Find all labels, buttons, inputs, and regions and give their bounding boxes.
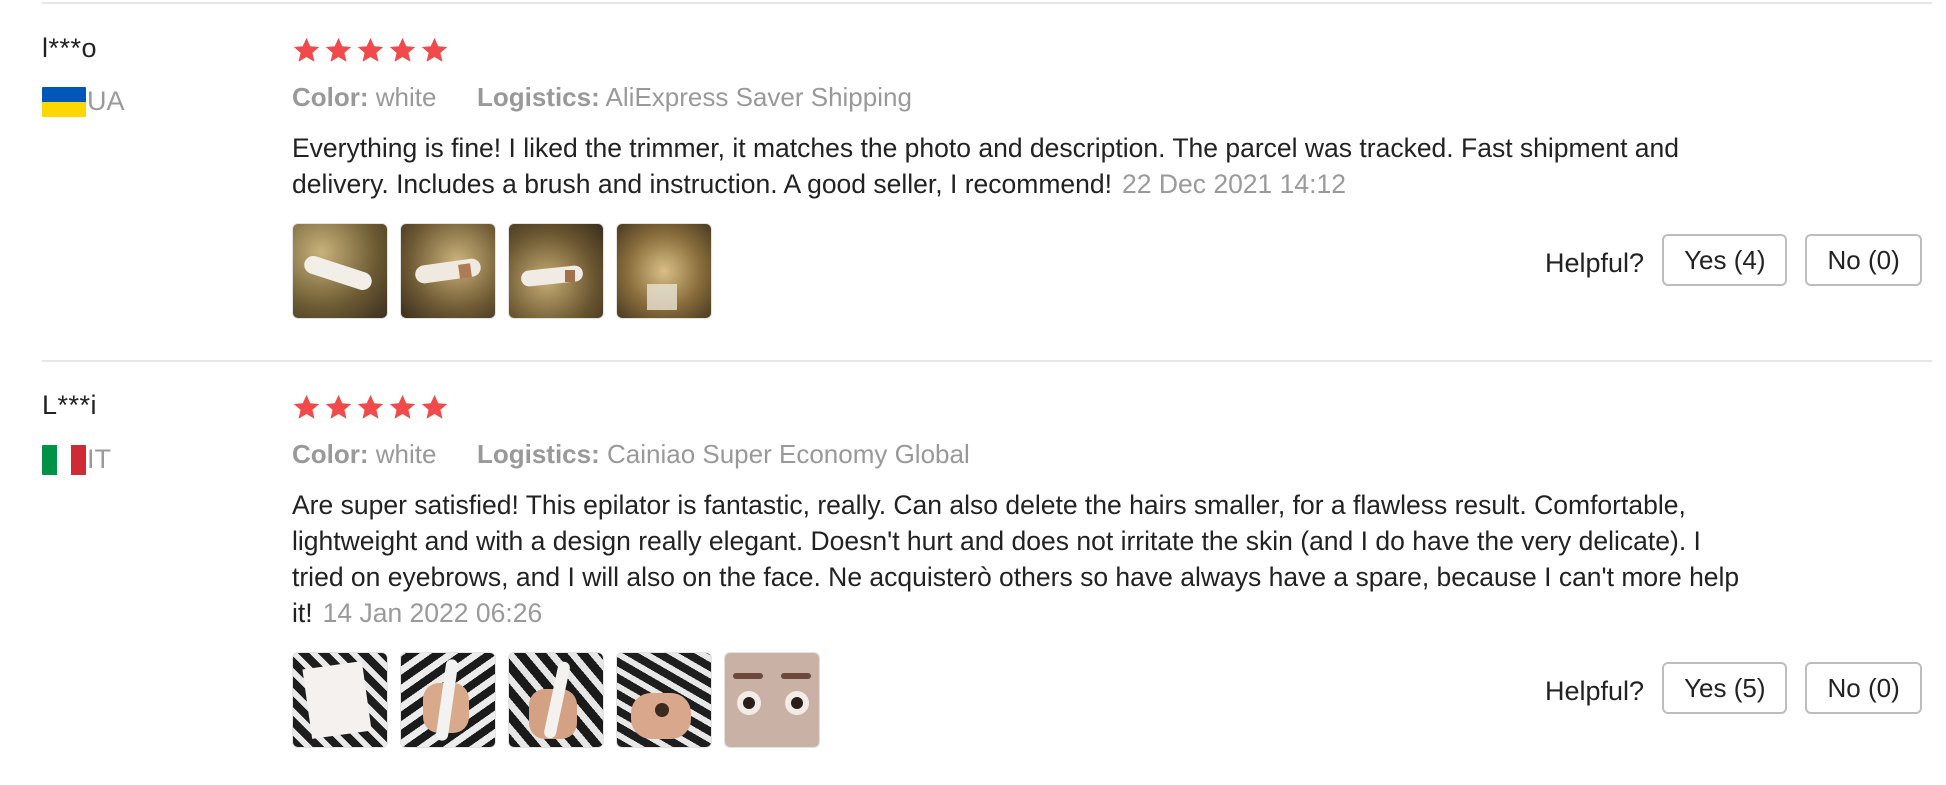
color-value: white (375, 82, 437, 112)
review-photo[interactable] (508, 652, 604, 748)
star-icon (293, 394, 320, 419)
review-photo[interactable] (616, 652, 712, 748)
helpful-label: Helpful? (1545, 247, 1645, 278)
review-attributes: Color: white Logistics: AliExpress Saver… (292, 82, 912, 113)
review-photos (292, 652, 820, 748)
review-photo[interactable] (724, 652, 820, 748)
review-divider (42, 360, 1932, 362)
top-divider (42, 2, 1932, 4)
star-icon (389, 394, 416, 419)
country-code: IT (87, 444, 111, 474)
review-text: Everything is fine! I liked the trimmer,… (292, 130, 1742, 202)
star-icon (325, 394, 352, 419)
review-photo[interactable] (292, 652, 388, 748)
star-icon (389, 37, 416, 62)
review-body: Everything is fine! I liked the trimmer,… (292, 133, 1680, 199)
logistics-label: Logistics: (476, 439, 600, 469)
color-value: white (375, 439, 437, 469)
review-attributes: Color: white Logistics: Cainiao Super Ec… (292, 439, 970, 470)
star-icon (357, 37, 384, 62)
reviewer-country: UA (42, 86, 125, 117)
star-icon (325, 37, 352, 62)
logistics-value: AliExpress Saver Shipping (605, 82, 912, 112)
review-photo[interactable] (292, 223, 388, 319)
star-icon (357, 394, 384, 419)
review-photo[interactable] (400, 652, 496, 748)
star-rating (292, 393, 449, 422)
color-label: Color: (292, 439, 369, 469)
helpful-vote: Helpful? Yes (5) No (0) (1545, 662, 1922, 714)
logistics-label: Logistics: (476, 82, 600, 112)
star-icon (293, 37, 320, 62)
ukraine-flag-icon (42, 86, 86, 117)
country-code: UA (87, 86, 125, 116)
review-text: Are super satisfied! This epilator is fa… (292, 487, 1742, 631)
review-photos (292, 223, 712, 319)
helpful-no-button[interactable]: No (0) (1805, 662, 1922, 714)
helpful-vote: Helpful? Yes (4) No (0) (1545, 234, 1922, 286)
logistics-value: Cainiao Super Economy Global (606, 439, 970, 469)
helpful-yes-button[interactable]: Yes (5) (1662, 662, 1788, 714)
review-photo[interactable] (400, 223, 496, 319)
star-icon (421, 37, 448, 62)
color-label: Color: (292, 82, 369, 112)
reviewer-country: IT (42, 444, 111, 475)
helpful-label: Helpful? (1545, 675, 1645, 706)
review-photo[interactable] (616, 223, 712, 319)
reviewer-name: l***o (42, 33, 98, 63)
star-icon (421, 394, 448, 419)
italy-flag-icon (42, 444, 86, 475)
review-date: 14 Jan 2022 06:26 (322, 598, 543, 628)
review-date: 22 Dec 2021 14:12 (1122, 169, 1346, 199)
helpful-yes-button[interactable]: Yes (4) (1662, 234, 1788, 286)
helpful-no-button[interactable]: No (0) (1805, 234, 1922, 286)
reviewer-name: L***i (42, 390, 98, 420)
star-rating (292, 36, 449, 65)
review-photo[interactable] (508, 223, 604, 319)
